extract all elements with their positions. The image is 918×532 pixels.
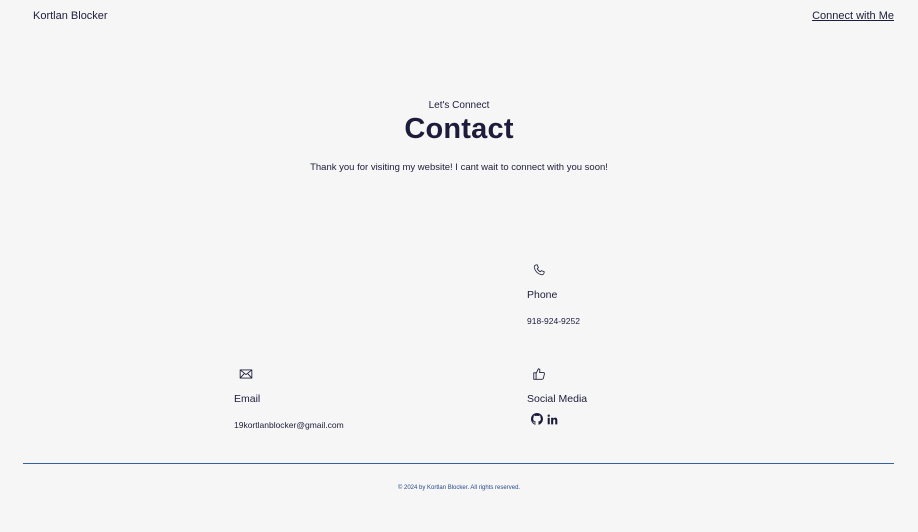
contact-page: Kortlan Blocker Connect with Me Let's Co… [0,0,918,532]
email-label: Email [234,393,261,405]
email-address[interactable]: 19kortlanblocker@gmail.com [234,420,344,430]
footer-divider [23,463,894,464]
page-kicker: Let's Connect [428,100,490,111]
linkedin-icon[interactable] [546,413,558,425]
phone-icon [531,262,547,278]
connect-with-me-link[interactable]: Connect with Me [812,10,894,22]
social-links [531,413,558,425]
phone-number[interactable]: 918-924-9252 [527,316,580,326]
thumbs-up-icon [531,366,547,382]
envelope-icon [238,366,254,382]
social-media-label: Social Media [527,393,588,405]
phone-label: Phone [527,289,558,301]
footer-copyright: © 2024 by Kortlan Blocker. All rights re… [397,485,521,491]
hero-section: Let's Connect Contact Thank you for visi… [0,100,918,173]
page-title: Contact [404,113,514,145]
github-icon[interactable] [531,413,543,425]
site-name[interactable]: Kortlan Blocker [33,10,108,22]
page-tagline: Thank you for visiting my website! I can… [310,162,608,173]
